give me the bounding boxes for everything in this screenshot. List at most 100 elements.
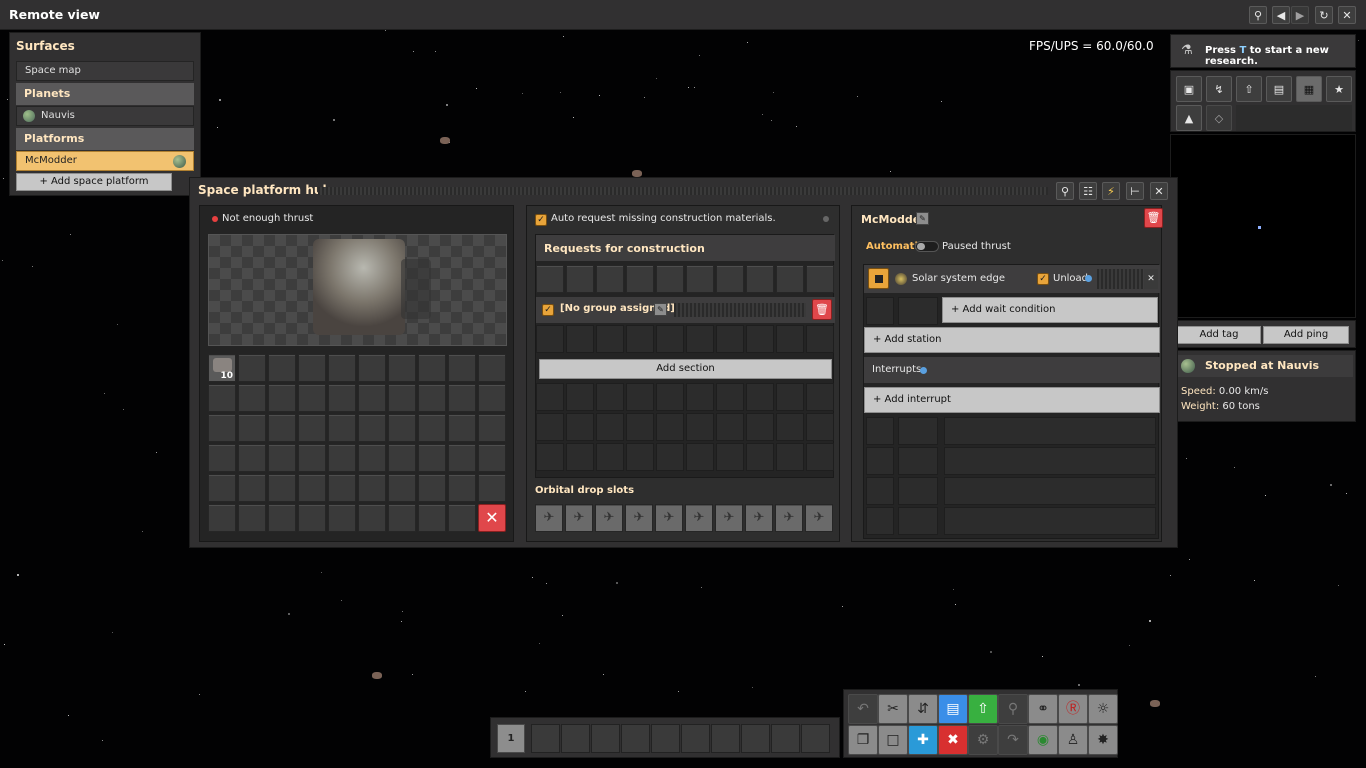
- inventory-slot[interactable]: [328, 354, 356, 382]
- inventory-slot[interactable]: [328, 414, 356, 442]
- inventory-slot[interactable]: [358, 354, 386, 382]
- cut-icon[interactable]: ✂: [878, 694, 908, 724]
- orbital-drop-slot[interactable]: ✈: [535, 504, 563, 532]
- inventory-slot[interactable]: [268, 384, 296, 412]
- remove-station-icon[interactable]: ✕: [1144, 269, 1158, 289]
- platform-item-mcmodder[interactable]: McModder: [16, 151, 194, 171]
- group-checkbox[interactable]: ✓: [542, 304, 554, 316]
- add-interrupt-button[interactable]: + Add interrupt: [864, 387, 1160, 413]
- orbital-drop-slot[interactable]: ✈: [775, 504, 803, 532]
- unload-checkbox[interactable]: ✓: [1037, 273, 1049, 285]
- delete-icon[interactable]: 🗑: [1144, 208, 1163, 228]
- inventory-slot[interactable]: [298, 384, 326, 412]
- planet-item-nauvis[interactable]: Nauvis: [16, 106, 194, 126]
- request-slot[interactable]: [716, 265, 744, 293]
- inventory-slot[interactable]: [208, 414, 236, 442]
- robot-icon[interactable]: ♙: [1058, 725, 1088, 755]
- inventory-slot[interactable]: [268, 414, 296, 442]
- orbital-drop-slot[interactable]: ✈: [715, 504, 743, 532]
- inventory-slot[interactable]: [478, 354, 506, 382]
- back-icon[interactable]: ◀: [1272, 6, 1290, 24]
- add-section-button[interactable]: Add section: [539, 359, 832, 379]
- orbital-drop-slot[interactable]: ✈: [565, 504, 593, 532]
- hierarchy-icon[interactable]: ☷: [1079, 182, 1097, 200]
- request-slot[interactable]: [656, 265, 684, 293]
- minimap[interactable]: [1170, 134, 1356, 318]
- inventory-slot[interactable]: [298, 474, 326, 502]
- orbital-drop-slot[interactable]: ✈: [595, 504, 623, 532]
- lightning-icon[interactable]: ⚡: [1102, 182, 1120, 200]
- station-row[interactable]: Solar system edge ✓ Unload ✕: [864, 265, 1160, 293]
- rename-icon[interactable]: ✎: [916, 212, 929, 225]
- edit-icon[interactable]: ✎: [654, 303, 667, 316]
- inventory-slot[interactable]: [358, 414, 386, 442]
- request-slot[interactable]: [686, 265, 714, 293]
- request-slot[interactable]: [806, 265, 834, 293]
- search-icon[interactable]: ⚲: [1249, 6, 1267, 24]
- inventory-slot[interactable]: [238, 444, 266, 472]
- inventory-slot[interactable]: [268, 474, 296, 502]
- inventory-slot[interactable]: [238, 474, 266, 502]
- inventory-slot[interactable]: [418, 414, 446, 442]
- inventory-slot[interactable]: [208, 504, 236, 532]
- paste-icon[interactable]: ❐: [848, 725, 878, 755]
- inventory-slot[interactable]: [268, 444, 296, 472]
- inventory-slot[interactable]: [448, 504, 476, 532]
- inventory-slot[interactable]: [418, 354, 446, 382]
- bug-icon[interactable]: ✸: [1088, 725, 1118, 755]
- spidertron-remote-icon[interactable]: ⚭: [1028, 694, 1058, 724]
- blueprint-icon[interactable]: ▤: [938, 694, 968, 724]
- undo-icon[interactable]: ↶: [848, 694, 878, 724]
- inventory-slot[interactable]: [268, 504, 296, 532]
- drag-handle[interactable]: [318, 187, 1048, 195]
- inventory-slot[interactable]: [298, 504, 326, 532]
- inventory-slot[interactable]: [328, 474, 356, 502]
- production-icon[interactable]: ↯: [1206, 76, 1232, 102]
- logbook-icon[interactable]: ▤: [1266, 76, 1292, 102]
- inventory-slot[interactable]: [328, 384, 356, 412]
- hotbar-page-button[interactable]: 1: [497, 724, 525, 753]
- deconstruct-icon[interactable]: ✚: [908, 725, 938, 755]
- request-slot[interactable]: [776, 265, 804, 293]
- refresh-icon[interactable]: ↻: [1315, 6, 1333, 24]
- inventory-slot[interactable]: [238, 354, 266, 382]
- trash-slot-icon[interactable]: ✕: [478, 504, 506, 532]
- inventory-slot[interactable]: [388, 384, 416, 412]
- inventory-slot[interactable]: [238, 414, 266, 442]
- request-slot[interactable]: [626, 265, 654, 293]
- inventory-slot[interactable]: [448, 414, 476, 442]
- inventory-slot[interactable]: [418, 504, 446, 532]
- add-space-platform-button[interactable]: + Add space platform: [16, 173, 172, 191]
- tutorial-icon[interactable]: ▲: [1176, 105, 1202, 131]
- inventory-slot[interactable]: [208, 444, 236, 472]
- inventory-slot[interactable]: [448, 444, 476, 472]
- inventory-slot[interactable]: [268, 354, 296, 382]
- inventory-slot[interactable]: [448, 354, 476, 382]
- inventory-slot[interactable]: [448, 474, 476, 502]
- research-bar[interactable]: ⚗ Press T to start a new research.: [1170, 34, 1356, 68]
- inventory-slot[interactable]: [478, 384, 506, 412]
- mode-toggle[interactable]: [915, 241, 939, 252]
- trophy-icon[interactable]: ★: [1326, 76, 1352, 102]
- orbital-drop-slot[interactable]: ✈: [655, 504, 683, 532]
- inventory-slot[interactable]: [328, 504, 356, 532]
- inventory-slot[interactable]: [478, 444, 506, 472]
- inventory-slot[interactable]: [208, 474, 236, 502]
- add-tag-button[interactable]: Add tag: [1177, 326, 1261, 344]
- add-station-button[interactable]: + Add station: [864, 327, 1160, 353]
- add-ping-button[interactable]: Add ping: [1263, 326, 1349, 344]
- space-map-item[interactable]: Space map: [16, 61, 194, 81]
- inventory-slot[interactable]: [418, 444, 446, 472]
- add-wait-condition-button[interactable]: + Add wait condition: [942, 297, 1158, 323]
- discharge-icon[interactable]: ☼: [1088, 694, 1118, 724]
- orbital-drop-slot[interactable]: ✈: [745, 504, 773, 532]
- delete-group-icon[interactable]: 🗑: [812, 299, 832, 320]
- forward-icon[interactable]: ▶: [1291, 6, 1309, 24]
- inventory-slot[interactable]: [328, 444, 356, 472]
- inventory-slot[interactable]: [208, 384, 236, 412]
- orbital-drop-slot[interactable]: ✈: [685, 504, 713, 532]
- orbital-drop-slot[interactable]: ✈: [625, 504, 653, 532]
- inventory-slot[interactable]: [298, 444, 326, 472]
- redo-icon[interactable]: ↷: [998, 725, 1028, 755]
- artillery-icon[interactable]: Ⓡ: [1058, 694, 1088, 724]
